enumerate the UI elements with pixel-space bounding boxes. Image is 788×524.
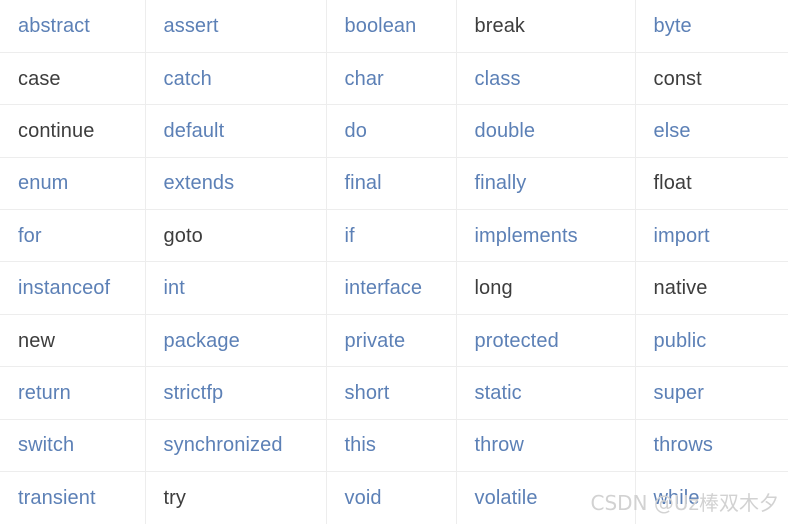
keyword-cell: long: [456, 261, 636, 315]
keyword-cell: native: [635, 261, 788, 315]
table-row: transient try void volatile while: [0, 471, 788, 524]
keyword-cell: byte: [635, 0, 788, 53]
keyword-cell: float: [635, 157, 788, 211]
keyword-cell: extends: [145, 157, 327, 211]
keyword-cell: instanceof: [0, 261, 146, 315]
keyword-cell: while: [653, 487, 700, 509]
keyword-cell: final: [326, 157, 457, 211]
table-row: abstract assert boolean break byte: [0, 0, 788, 53]
keyword-cell: class: [456, 52, 636, 106]
keyword-cell: void: [326, 471, 457, 524]
keyword-cell: break: [456, 0, 636, 53]
table-row: return strictfp short static super: [0, 366, 788, 420]
table-row: switch synchronized this throw throws: [0, 419, 788, 473]
keyword-cell: return: [0, 366, 146, 420]
keyword-cell: abstract: [0, 0, 146, 53]
keyword-cell: continue: [0, 104, 146, 158]
keyword-cell: public: [635, 314, 788, 368]
keyword-cell: super: [635, 366, 788, 420]
keyword-cell: throws: [635, 419, 788, 473]
keyword-cell: assert: [145, 0, 327, 53]
keyword-cell: implements: [456, 209, 636, 263]
keyword-cell: switch: [0, 419, 146, 473]
keyword-cell: new: [0, 314, 146, 368]
table-row: for goto if implements import: [0, 209, 788, 263]
keyword-cell: finally: [456, 157, 636, 211]
keyword-cell: char: [326, 52, 457, 106]
keyword-cell: int: [145, 261, 327, 315]
keyword-cell: this: [326, 419, 457, 473]
keyword-cell: case: [0, 52, 146, 106]
keyword-cell: const: [635, 52, 788, 106]
keyword-cell: if: [326, 209, 457, 263]
keyword-cell: protected: [456, 314, 636, 368]
keyword-cell: transient: [0, 471, 146, 524]
keyword-cell: interface: [326, 261, 457, 315]
keyword-cell: throw: [456, 419, 636, 473]
keyword-cell: boolean: [326, 0, 457, 53]
keyword-cell: try: [145, 471, 327, 524]
keyword-cell: for: [0, 209, 146, 263]
table-row: enum extends final finally float: [0, 157, 788, 211]
keyword-cell: else: [635, 104, 788, 158]
keyword-cell: short: [326, 366, 457, 420]
keyword-cell: catch: [145, 52, 327, 106]
keyword-table-body: abstract assert boolean break byte case catch c…: [0, 0, 788, 524]
java-keywords-table: abstract assert boolean break byte case catch c…: [0, 0, 788, 524]
keyword-cell: import: [635, 209, 788, 263]
keyword-cell: default: [145, 104, 327, 158]
table-row: instanceof int interface long native: [0, 261, 788, 315]
keyword-cell: volatile: [456, 471, 636, 524]
keyword-cell: synchronized: [145, 419, 327, 473]
keyword-cell: strictfp: [145, 366, 327, 420]
table-row: case catch char class const: [0, 52, 788, 106]
keyword-cell: private: [326, 314, 457, 368]
keyword-cell: do: [326, 104, 457, 158]
keyword-cell: goto: [145, 209, 327, 263]
keyword-cell: enum: [0, 157, 146, 211]
keyword-cell: static: [456, 366, 636, 420]
table-row: new package private protected public: [0, 314, 788, 368]
keyword-cell: double: [456, 104, 636, 158]
table-row: continue default do double else: [0, 104, 788, 158]
keyword-cell: package: [145, 314, 327, 368]
